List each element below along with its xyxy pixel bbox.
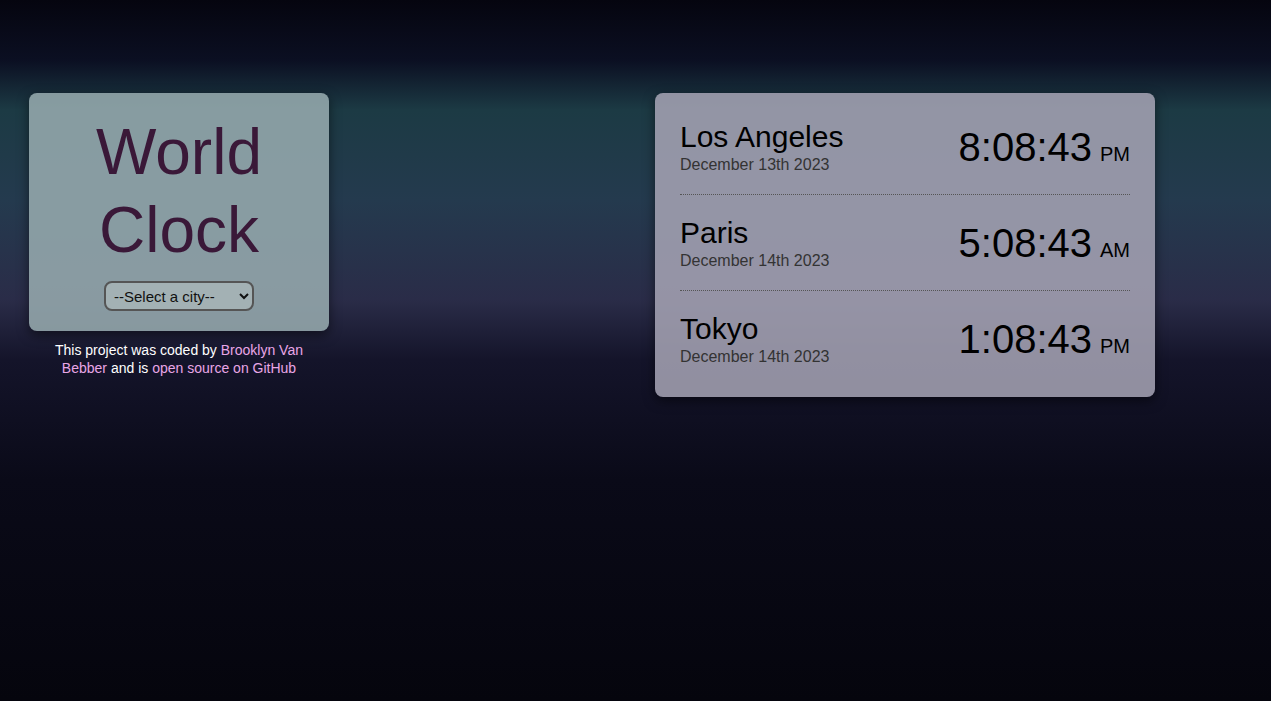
time-period: PM <box>1100 139 1130 169</box>
city-time: 5:08:43 AM <box>959 219 1130 267</box>
page: World Clock --Select a city-- This project… <box>0 0 1271 701</box>
time-value: 5:08:43 <box>959 219 1092 267</box>
time-period: AM <box>1100 235 1130 265</box>
city-row: ParisDecember 14th 2023 5:08:43 AM <box>680 195 1130 291</box>
credit-link[interactable]: open source on GitHub <box>152 360 296 376</box>
time-period: PM <box>1100 331 1130 361</box>
credit-span: This project was coded by <box>55 342 221 358</box>
city-time: 8:08:43 PM <box>959 123 1130 171</box>
city-select[interactable]: --Select a city-- <box>104 281 254 311</box>
time-value: 8:08:43 <box>959 123 1092 171</box>
layout: World Clock --Select a city-- This project… <box>0 0 1271 397</box>
city-date: December 13th 2023 <box>680 155 843 175</box>
credit-span: and is <box>107 360 152 376</box>
city-date: December 14th 2023 <box>680 347 829 367</box>
left-column: World Clock --Select a city-- This project… <box>29 93 329 377</box>
city-row: Los AngelesDecember 13th 2023 8:08:43 PM <box>680 99 1130 195</box>
city-name: Los Angeles <box>680 119 843 155</box>
clock-card: Los AngelesDecember 13th 2023 8:08:43 PM Pa… <box>655 93 1155 397</box>
credit-text: This project was coded by Brooklyn Van B… <box>29 341 329 377</box>
city-info: TokyoDecember 14th 2023 <box>680 311 829 367</box>
city-name: Tokyo <box>680 311 829 347</box>
time-value: 1:08:43 <box>959 315 1092 363</box>
app-title: World Clock <box>59 113 299 269</box>
city-name: Paris <box>680 215 829 251</box>
city-row: TokyoDecember 14th 2023 1:08:43 PM <box>680 291 1130 387</box>
city-time: 1:08:43 PM <box>959 315 1130 363</box>
title-card: World Clock --Select a city-- <box>29 93 329 331</box>
city-date: December 14th 2023 <box>680 251 829 271</box>
city-info: Los AngelesDecember 13th 2023 <box>680 119 843 175</box>
city-info: ParisDecember 14th 2023 <box>680 215 829 271</box>
